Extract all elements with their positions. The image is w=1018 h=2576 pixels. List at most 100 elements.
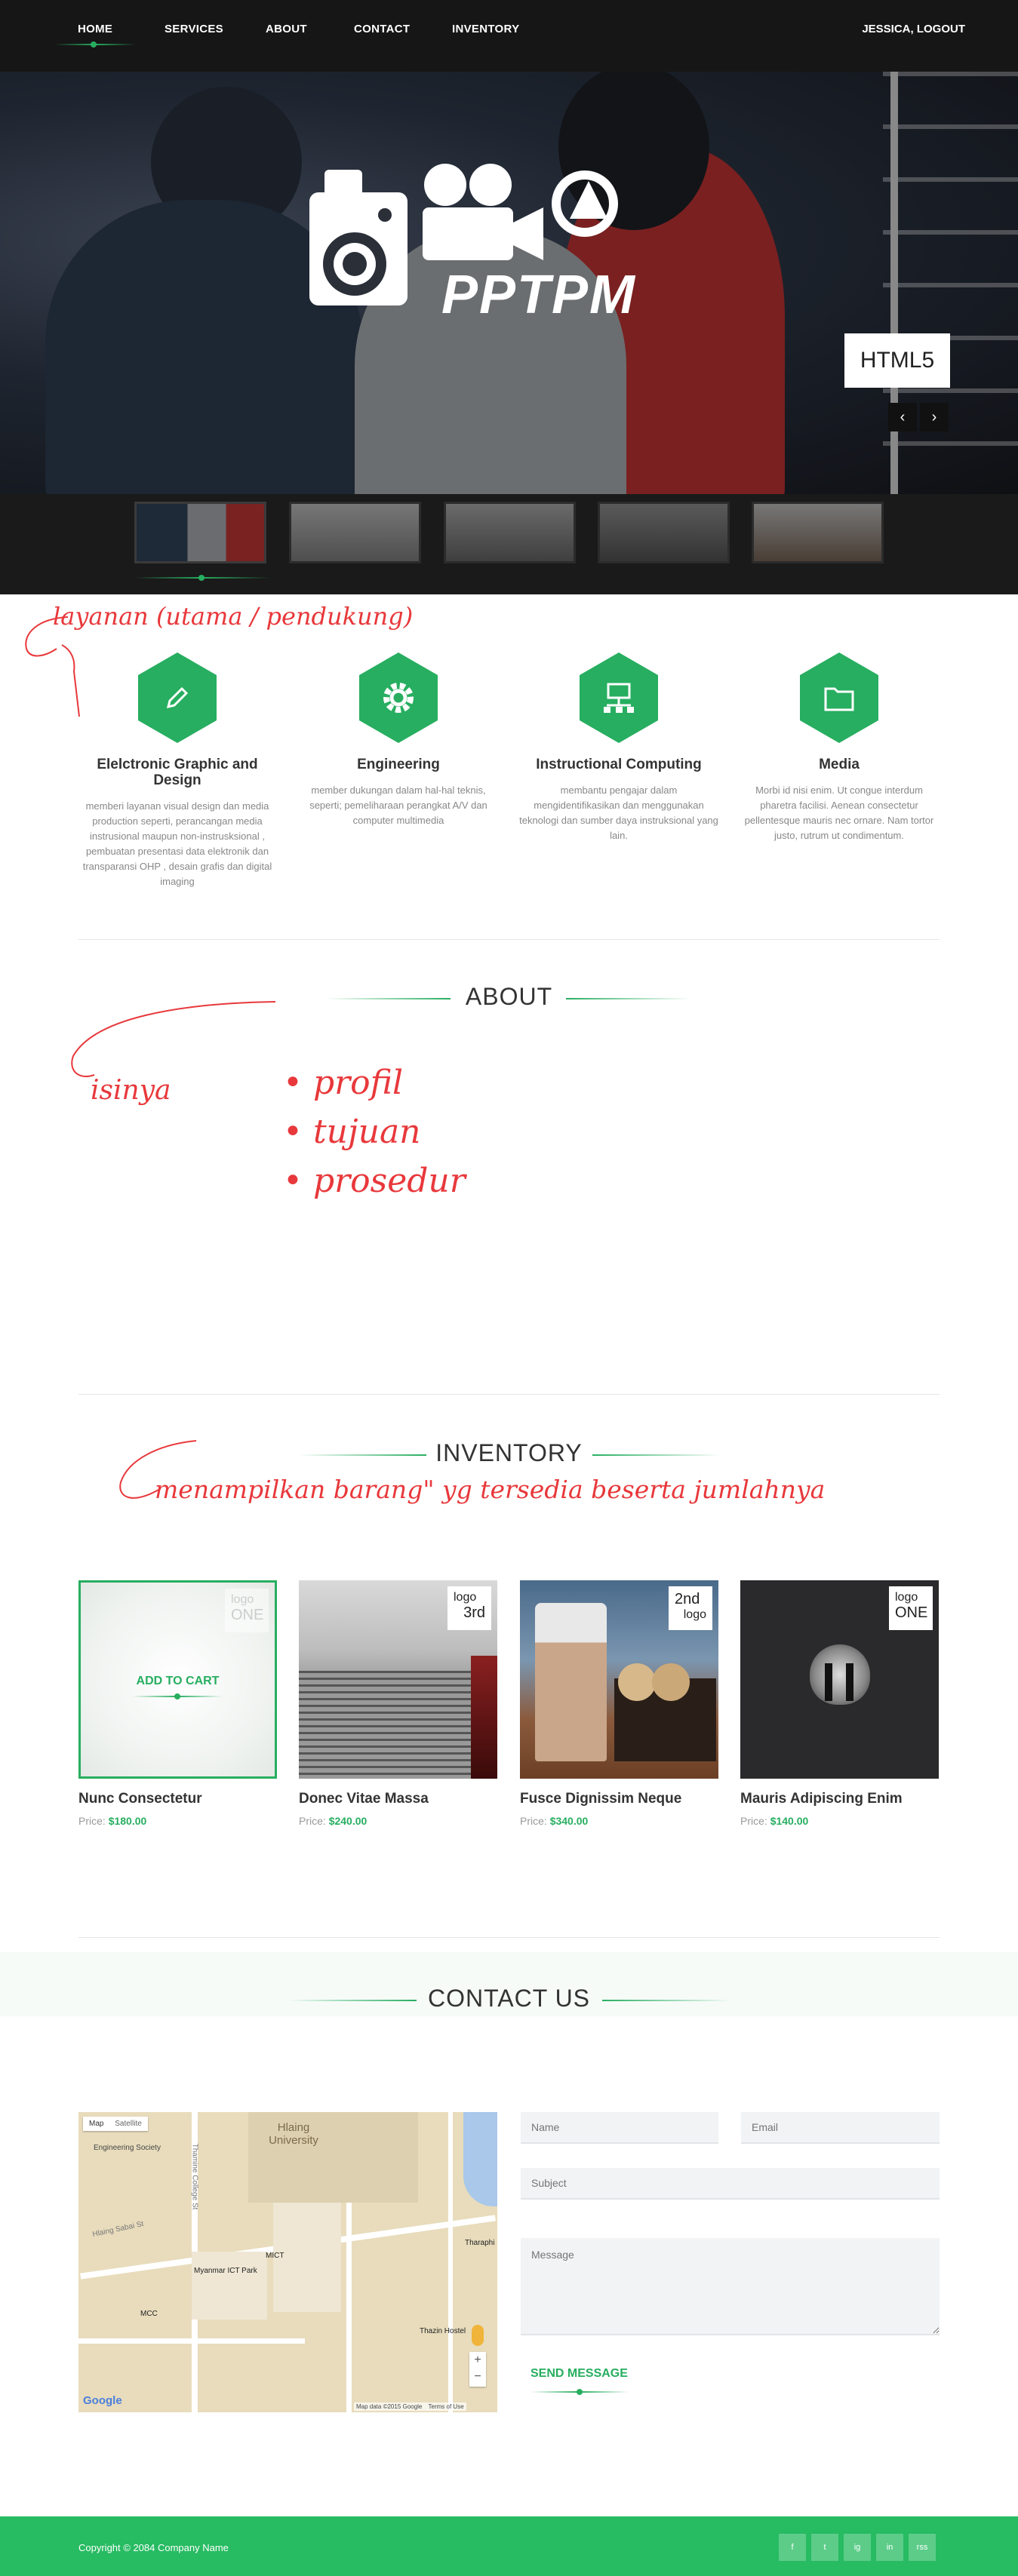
product-image[interactable]: logo 3rd [299, 1580, 497, 1779]
send-message-button[interactable]: SEND MESSAGE [531, 2367, 628, 2381]
price-label: Price: [520, 1815, 547, 1827]
product-name[interactable]: Nunc Consectetur [78, 1791, 277, 1807]
instagram-icon[interactable]: ig [844, 2534, 871, 2561]
pegman-icon[interactable] [472, 2325, 484, 2346]
map-road [78, 2338, 305, 2344]
service-card: Media Morbi id nisi enim. Ut congue inte… [737, 652, 941, 843]
product-name[interactable]: Mauris Adipiscing Enim [740, 1791, 939, 1807]
subject-field[interactable] [521, 2168, 940, 2200]
slider-next-button[interactable]: › [920, 403, 949, 431]
thumbnail-5[interactable] [752, 502, 884, 563]
zoom-out-button[interactable]: − [469, 2369, 486, 2385]
product-price: Price: $340.00 [520, 1815, 718, 1827]
service-icon-badge [800, 652, 878, 743]
product-logo-tag: 2nd logo [669, 1586, 712, 1630]
top-navbar: HOME SERVICES ABOUT CONTACT INVENTORY JE… [0, 0, 1018, 72]
zoom-in-button[interactable]: + [469, 2352, 486, 2369]
nav-home[interactable]: HOME [78, 23, 112, 35]
nav-services[interactable]: SERVICES [165, 23, 223, 35]
red-foliage [471, 1656, 497, 1779]
stairs-image [299, 1671, 497, 1779]
product-tag-top: logo [231, 1593, 254, 1606]
facebook-icon[interactable]: f [779, 2534, 806, 2561]
map-data-credit: Map data ©2015 Google [356, 2403, 423, 2410]
product-price: Price: $240.00 [299, 1815, 497, 1827]
linkedin-icon[interactable]: in [876, 2534, 903, 2561]
handwritten-note-about-item: • prosedur [283, 1162, 466, 1200]
product-card[interactable]: logo ONE ADD TO CART Nunc Consectetur Pr… [78, 1580, 277, 1827]
map-type-control: Map Satellite [83, 2117, 148, 2131]
map-tab-map[interactable]: Map [89, 2120, 103, 2128]
product-image[interactable]: 2nd logo [520, 1580, 718, 1779]
price-value: $340.00 [549, 1815, 589, 1827]
slide-caption: HTML5 [844, 333, 950, 388]
cookie [652, 1663, 690, 1701]
service-icon-badge [138, 652, 217, 743]
map-label: Hlaing University [269, 2121, 318, 2147]
service-card: Elelctronic Graphic and Design memberi l… [75, 652, 279, 889]
email-field[interactable] [741, 2112, 940, 2144]
map-label: Tharaphi [465, 2239, 495, 2247]
product-tag-top: logo [454, 1591, 477, 1604]
section-divider [78, 939, 940, 940]
add-to-cart-button[interactable]: ADD TO CART [81, 1675, 275, 1688]
section-divider [78, 1937, 940, 1938]
product-logo-tag: logo 3rd [447, 1586, 491, 1630]
product-tag-bottom: 3rd [463, 1604, 485, 1621]
map-label: Hlaing Sabai St [91, 2219, 145, 2240]
service-description: memberi layanan visual design dan media … [82, 800, 272, 887]
nav-inventory[interactable]: INVENTORY [452, 23, 519, 35]
service-icon-badge [359, 652, 438, 743]
service-description: member dukungan dalam hal-hal teknis, se… [309, 784, 487, 826]
thumbnail-3[interactable] [444, 502, 576, 563]
product-name[interactable]: Donec Vitae Massa [299, 1791, 497, 1807]
location-map[interactable]: Map Satellite Hlaing University Engineer… [78, 2112, 497, 2412]
pencil-icon [166, 686, 189, 709]
product-card[interactable]: logo 3rd Donec Vitae Massa Price: $240.0… [299, 1580, 497, 1827]
map-terms-link[interactable]: Terms of Use [429, 2403, 464, 2410]
service-card: Engineering member dukungan dalam hal-ha… [297, 652, 500, 828]
rss-icon[interactable]: rss [909, 2534, 936, 2561]
site-footer: Copyright © 2084 Company Name f t ig in … [0, 2516, 1018, 2576]
map-label: Thamine College St [190, 2143, 199, 2210]
map-tab-satellite[interactable]: Satellite [115, 2120, 142, 2128]
silhouette-person [846, 1663, 853, 1701]
message-field[interactable] [521, 2238, 940, 2335]
thumbnail-2[interactable] [289, 502, 421, 563]
service-description: Morbi id nisi enim. Ut congue interdum p… [744, 784, 934, 841]
title-decoration [592, 1454, 721, 1456]
coffee-cup [535, 1603, 607, 1761]
hero-slider: PPTPM HTML5 ‹ › [0, 72, 1018, 494]
service-title: Engineering [357, 757, 440, 772]
user-logout-link[interactable]: JESSICA, LOGOUT [862, 23, 965, 35]
map-label: Engineering Society [94, 2144, 161, 2152]
product-card[interactable]: logo ONE Mauris Adipiscing Enim Price: $… [740, 1580, 939, 1827]
thumbnail-4[interactable] [598, 502, 730, 563]
title-decoration [602, 2000, 730, 2001]
handwritten-about-item-3: prosedur [312, 1162, 466, 1200]
section-divider [78, 1394, 940, 1395]
slider-prev-button[interactable]: ‹ [888, 403, 917, 431]
map-label: MICT [266, 2252, 284, 2260]
handwritten-note-about-item: • profil [283, 1064, 404, 1102]
product-image[interactable]: logo ONE [740, 1580, 939, 1779]
send-button-dot [577, 2389, 583, 2395]
slider-thumbnails [0, 494, 1018, 594]
twitter-icon[interactable]: t [811, 2534, 838, 2561]
map-label: Myanmar ICT Park [194, 2267, 257, 2275]
name-field[interactable] [521, 2112, 718, 2144]
thumbnail-1[interactable] [134, 502, 266, 563]
nav-about[interactable]: ABOUT [266, 23, 307, 35]
service-description: membantu pengajar dalam mengidentifikasi… [519, 784, 718, 841]
logo-text: PPTPM [441, 265, 637, 325]
map-road [346, 2203, 352, 2412]
product-image[interactable]: logo ONE ADD TO CART [78, 1580, 277, 1779]
price-value: $180.00 [108, 1815, 147, 1827]
service-title: Elelctronic Graphic and Design [97, 757, 258, 788]
handwritten-about-item-1: profil [312, 1064, 404, 1102]
silhouette-person [825, 1663, 832, 1701]
nav-contact[interactable]: CONTACT [354, 23, 410, 35]
map-attribution: Map data ©2015 Google Terms of Use [354, 2403, 466, 2411]
product-name[interactable]: Fusce Dignissim Neque [520, 1791, 718, 1807]
product-card[interactable]: 2nd logo Fusce Dignissim Neque Price: $3… [520, 1580, 718, 1827]
